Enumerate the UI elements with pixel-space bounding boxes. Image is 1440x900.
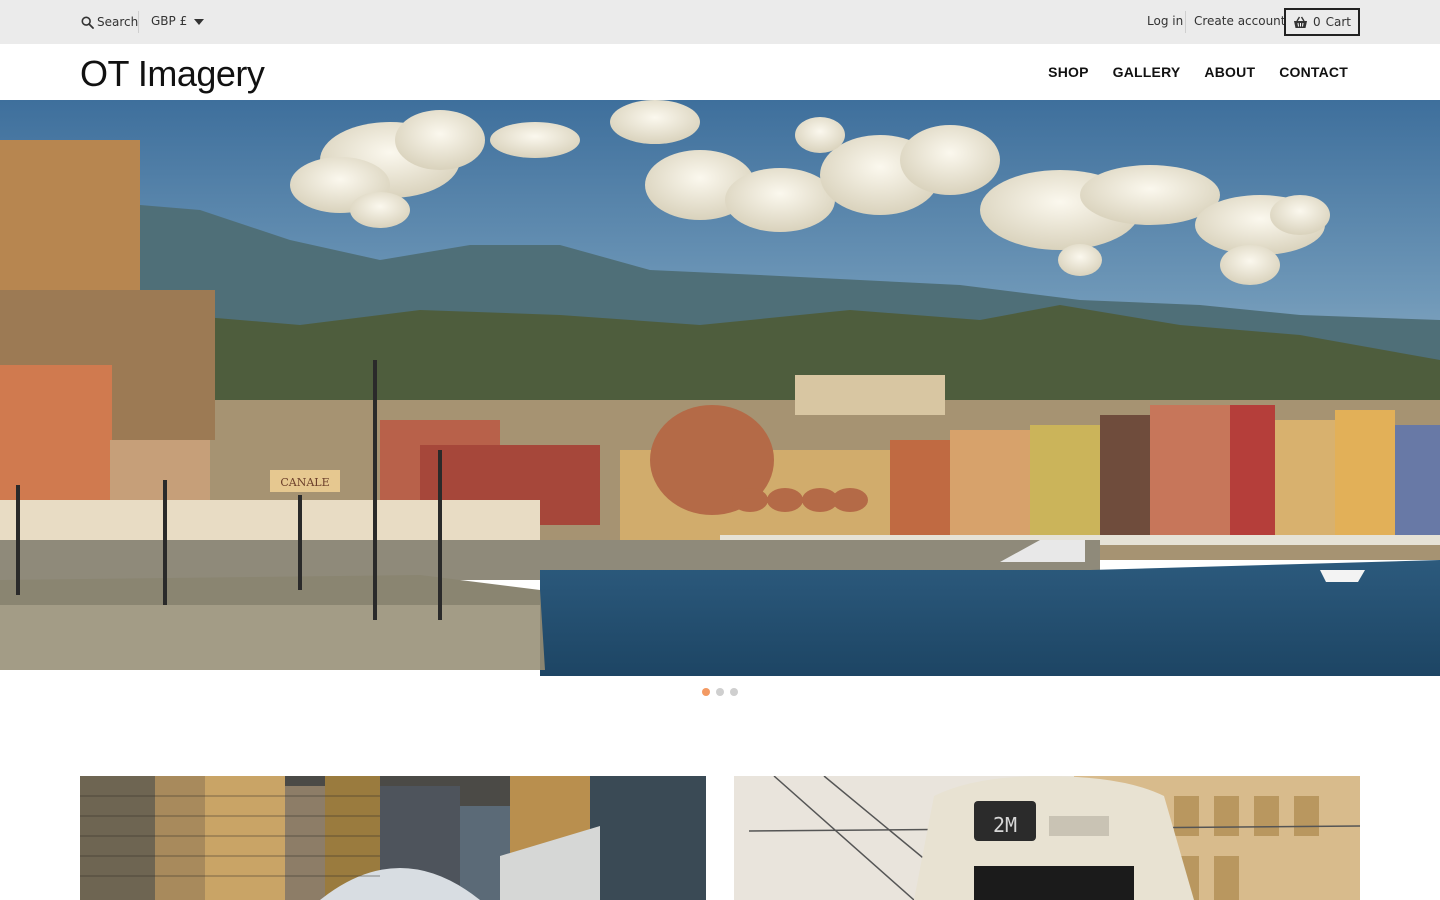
slide-dot-1[interactable] (702, 688, 710, 696)
cart-label: Cart (1325, 15, 1351, 29)
main-nav: SHOP GALLERY ABOUT CONTACT (1048, 64, 1348, 80)
search-icon (81, 15, 94, 29)
tram-route-number: 2M (993, 813, 1017, 837)
top-utility-bar: Search GBP £ Log in Create account 0 Car… (0, 0, 1440, 44)
login-link[interactable]: Log in (1147, 14, 1183, 28)
divider (1185, 11, 1186, 33)
search-link[interactable]: Search (81, 13, 138, 31)
boat (1320, 570, 1365, 582)
currency-value: GBP £ (151, 14, 188, 28)
slide-dot-3[interactable] (730, 688, 738, 696)
cart-count: 0 (1312, 15, 1321, 29)
hero-slideshow[interactable]: CANALE (0, 100, 1440, 676)
nav-shop[interactable]: SHOP (1048, 64, 1088, 80)
cart-button[interactable]: 0 Cart (1284, 8, 1360, 36)
nav-gallery[interactable]: GALLERY (1113, 64, 1181, 80)
chevron-down-icon (194, 19, 205, 25)
create-account-link[interactable]: Create account (1194, 14, 1286, 28)
collection-card-tram[interactable]: 2M (734, 776, 1360, 900)
svg-text:CANALE: CANALE (280, 476, 329, 489)
hero-image: CANALE (0, 100, 1440, 676)
city-skyline-image (80, 776, 706, 900)
divider (138, 11, 139, 33)
search-label: Search (97, 15, 139, 29)
collection-card-city[interactable] (80, 776, 706, 900)
nav-contact[interactable]: CONTACT (1279, 64, 1348, 80)
tram-image: 2M (734, 776, 1360, 900)
slideshow-dots (702, 688, 738, 696)
currency-selector[interactable]: GBP £ (151, 14, 205, 28)
slide-dot-2[interactable] (716, 688, 724, 696)
site-header: OT Imagery SHOP GALLERY ABOUT CONTACT (0, 44, 1440, 100)
nav-about[interactable]: ABOUT (1204, 64, 1255, 80)
basket-icon (1293, 16, 1307, 28)
site-logo[interactable]: OT Imagery (80, 53, 265, 95)
